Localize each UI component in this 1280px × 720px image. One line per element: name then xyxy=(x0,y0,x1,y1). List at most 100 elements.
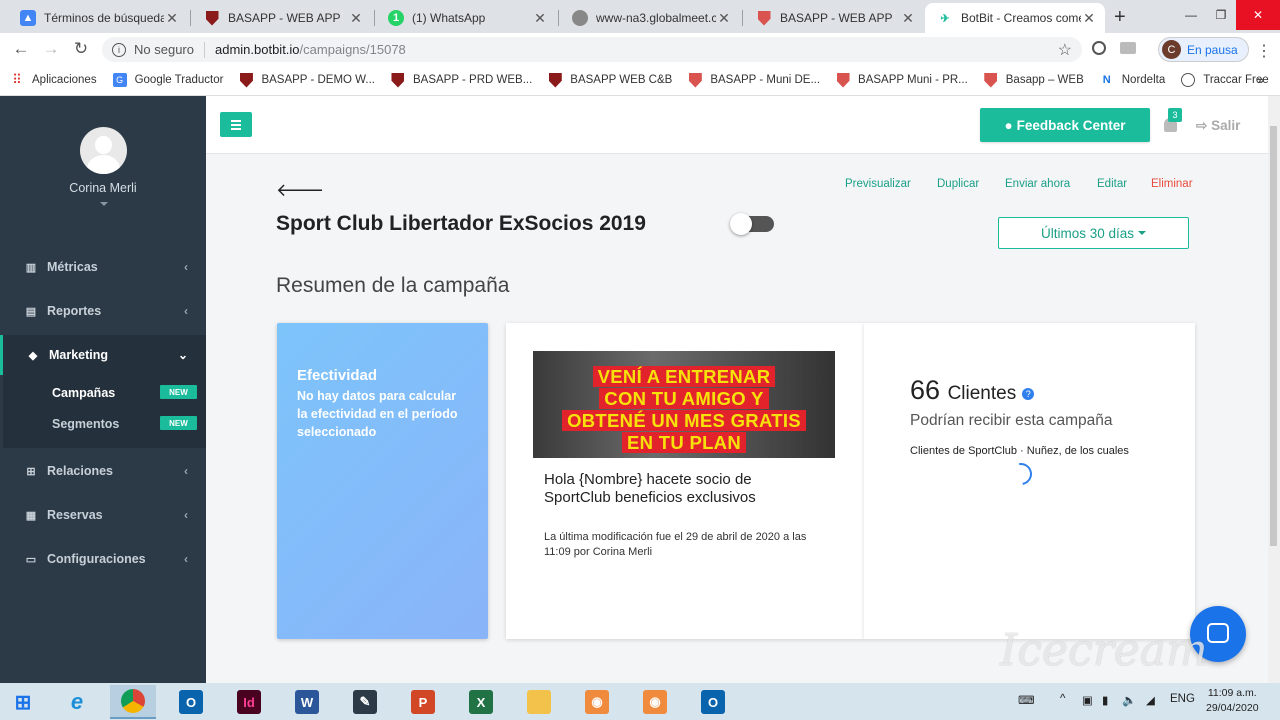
sidebar-item-marketing[interactable]: ◆ Marketing ⌄ xyxy=(0,335,206,375)
preview-link[interactable]: Previsualizar xyxy=(845,178,911,190)
effectiveness-text: No hay datos para calcular la efectivida… xyxy=(297,389,458,439)
diamond-icon: ◆ xyxy=(28,349,38,362)
campaign-toggle[interactable] xyxy=(730,213,774,235)
bookmark-apps[interactable]: ⠿ Aplicaciones xyxy=(10,72,96,87)
close-tab-icon[interactable]: ✕ xyxy=(532,10,548,27)
close-tab-icon[interactable]: ✕ xyxy=(164,10,180,27)
browser-tab-strip: ▲ Términos de búsqueda - ✕ BASAPP - WEB … xyxy=(0,0,1280,33)
tab-separator xyxy=(374,10,375,26)
network-icon[interactable]: ▣ xyxy=(1082,693,1093,707)
sidebar-item-reservas[interactable]: ▦ Reservas ‹ xyxy=(0,495,206,535)
hamburger-menu-button[interactable] xyxy=(220,112,252,137)
whatsapp-icon: 1 xyxy=(388,10,404,26)
back-arrow-icon[interactable]: 🡐 xyxy=(276,180,324,201)
powerpoint-icon: P xyxy=(411,690,435,714)
chevron-left-icon: ‹ xyxy=(184,552,188,566)
taskbar-ie[interactable]: e xyxy=(54,685,100,719)
restore-icon[interactable]: ❐ xyxy=(1206,0,1236,30)
bookmark-nordelta[interactable]: N Nordelta xyxy=(1100,73,1165,87)
browser-tab-3[interactable]: 1 (1) WhatsApp ✕ xyxy=(376,3,556,33)
extension-icon[interactable] xyxy=(1092,41,1106,55)
forward-arrow-icon[interactable]: → xyxy=(36,39,66,59)
profile-avatar: C xyxy=(1162,40,1181,59)
user-menu-caret-icon[interactable] xyxy=(100,202,108,206)
bookmark-star-icon[interactable]: ☆ xyxy=(1058,40,1072,60)
taskbar-recorder-2[interactable]: ◉ xyxy=(632,685,678,719)
bar-chart-icon: ▥ xyxy=(25,261,37,274)
edit-link[interactable]: Editar xyxy=(1097,178,1127,190)
page-scrollbar[interactable] xyxy=(1268,96,1280,683)
address-bar[interactable]: i No seguro admin.botbit.io/campaigns/15… xyxy=(102,37,1082,62)
bookmark-basapp-prd[interactable]: BASAPP - PRD WEB... xyxy=(391,72,532,88)
taskbar-app[interactable]: ✎ xyxy=(342,685,388,719)
tray-icon[interactable]: ▮ xyxy=(1102,693,1108,707)
bookmark-basapp-web[interactable]: Basapp – WEB xyxy=(984,72,1084,88)
wifi-icon[interactable]: ◢ xyxy=(1146,693,1155,707)
reload-icon[interactable]: ↻ xyxy=(66,39,96,59)
profile-button[interactable]: C En pausa xyxy=(1158,37,1249,62)
sidebar-subitem-campanas[interactable]: Campañas xyxy=(52,386,115,400)
loading-spinner-icon xyxy=(1005,458,1037,490)
language-indicator[interactable]: ENG xyxy=(1170,693,1195,705)
more-bookmarks-icon[interactable]: » xyxy=(1257,73,1264,87)
minimize-icon[interactable]: — xyxy=(1176,0,1206,30)
close-tab-icon[interactable]: ✕ xyxy=(1081,10,1097,27)
back-arrow-icon[interactable]: ← xyxy=(6,39,36,59)
delete-link[interactable]: Eliminar xyxy=(1151,178,1193,190)
url-host: admin.botbit.io xyxy=(214,42,300,57)
bookmark-google-translate[interactable]: G Google Traductor xyxy=(112,73,223,87)
taskbar-outlook[interactable]: O xyxy=(168,685,214,719)
message-card: VENÍ A ENTRENAR CON TU AMIGO Y OBTENÉ UN… xyxy=(506,323,864,639)
taskbar-indesign[interactable]: Id xyxy=(226,685,272,719)
browser-tab-4[interactable]: www-na3.globalmeet.co ✕ xyxy=(560,3,740,33)
avatar[interactable] xyxy=(80,127,127,174)
info-icon[interactable]: i xyxy=(112,42,126,57)
extension-icon[interactable] xyxy=(1120,42,1136,54)
close-tab-icon[interactable]: ✕ xyxy=(900,10,916,27)
bookmark-basapp-muni-de[interactable]: BASAPP - Muni DE... xyxy=(688,72,820,88)
browser-tab-2[interactable]: BASAPP - WEB APP ✕ xyxy=(192,3,372,33)
sidebar-item-relaciones[interactable]: ⊞ Relaciones ‹ xyxy=(0,451,206,491)
taskbar-recorder[interactable]: ◉ xyxy=(574,685,620,719)
taskbar-chrome[interactable] xyxy=(110,685,156,719)
browser-tab-6-active[interactable]: ✈ BotBit - Creamos comer ✕ xyxy=(925,3,1105,33)
send-now-link[interactable]: Enviar ahora xyxy=(1005,178,1070,190)
security-label: No seguro xyxy=(134,42,194,57)
bookmark-basapp-muni-pr[interactable]: BASAPP Muni - PR... xyxy=(836,72,968,88)
taskbar-outlook-2[interactable]: O xyxy=(690,685,736,719)
sidebar-item-reportes[interactable]: ▤ Reportes ‹ xyxy=(0,291,206,331)
shield-icon xyxy=(391,72,405,88)
help-icon[interactable]: ? xyxy=(1022,388,1035,400)
close-tab-icon[interactable]: ✕ xyxy=(348,10,364,27)
keyboard-icon[interactable]: ⌨ xyxy=(1018,693,1035,707)
taskbar-powerpoint[interactable]: P xyxy=(400,685,446,719)
bookmark-basapp-cb[interactable]: BASAPP WEB C&B xyxy=(548,72,672,88)
browser-tab-5[interactable]: BASAPP - WEB APP ✕ xyxy=(744,3,924,33)
logout-button[interactable]: ⇨ Salir xyxy=(1196,118,1240,134)
sidebar-item-configuraciones[interactable]: ▭ Configuraciones ‹ xyxy=(0,539,206,579)
bookmark-traccar[interactable]: Traccar Free xyxy=(1181,73,1269,87)
apps-grid-icon: ⠿ xyxy=(12,72,22,87)
feedback-center-button[interactable]: ● Feedback Center xyxy=(980,108,1150,142)
chevron-left-icon: ‹ xyxy=(184,260,188,274)
more-vertical-icon[interactable]: ⋮ xyxy=(1256,41,1272,61)
duplicate-link[interactable]: Duplicar xyxy=(937,178,979,190)
taskbar-explorer[interactable] xyxy=(516,685,562,719)
taskbar-word[interactable]: W xyxy=(284,685,330,719)
bookmark-basapp-demo[interactable]: BASAPP - DEMO W... xyxy=(239,72,375,88)
tab-separator xyxy=(742,10,743,26)
browser-tab-1[interactable]: ▲ Términos de búsqueda - ✕ xyxy=(8,3,188,33)
volume-icon[interactable]: 🔈 xyxy=(1122,693,1136,707)
shield-icon xyxy=(836,72,850,88)
app-icon: ✎ xyxy=(353,690,377,714)
system-clock[interactable]: 11:09 a.m. 29/04/2020 xyxy=(1206,686,1259,716)
taskbar-excel[interactable]: X xyxy=(458,685,504,719)
start-button[interactable]: ⊞ xyxy=(0,685,46,719)
sidebar-item-metricas[interactable]: ▥ Métricas ‹ xyxy=(0,247,206,287)
sidebar-subitem-segmentos[interactable]: Segmentos xyxy=(52,417,119,431)
tray-chevron-icon[interactable]: ^ xyxy=(1060,693,1065,705)
close-tab-icon[interactable]: ✕ xyxy=(716,10,732,27)
window-close-icon[interactable]: ✕ xyxy=(1236,0,1280,30)
new-tab-icon[interactable]: + xyxy=(1114,6,1126,29)
date-range-dropdown[interactable]: Últimos 30 días xyxy=(998,217,1189,249)
